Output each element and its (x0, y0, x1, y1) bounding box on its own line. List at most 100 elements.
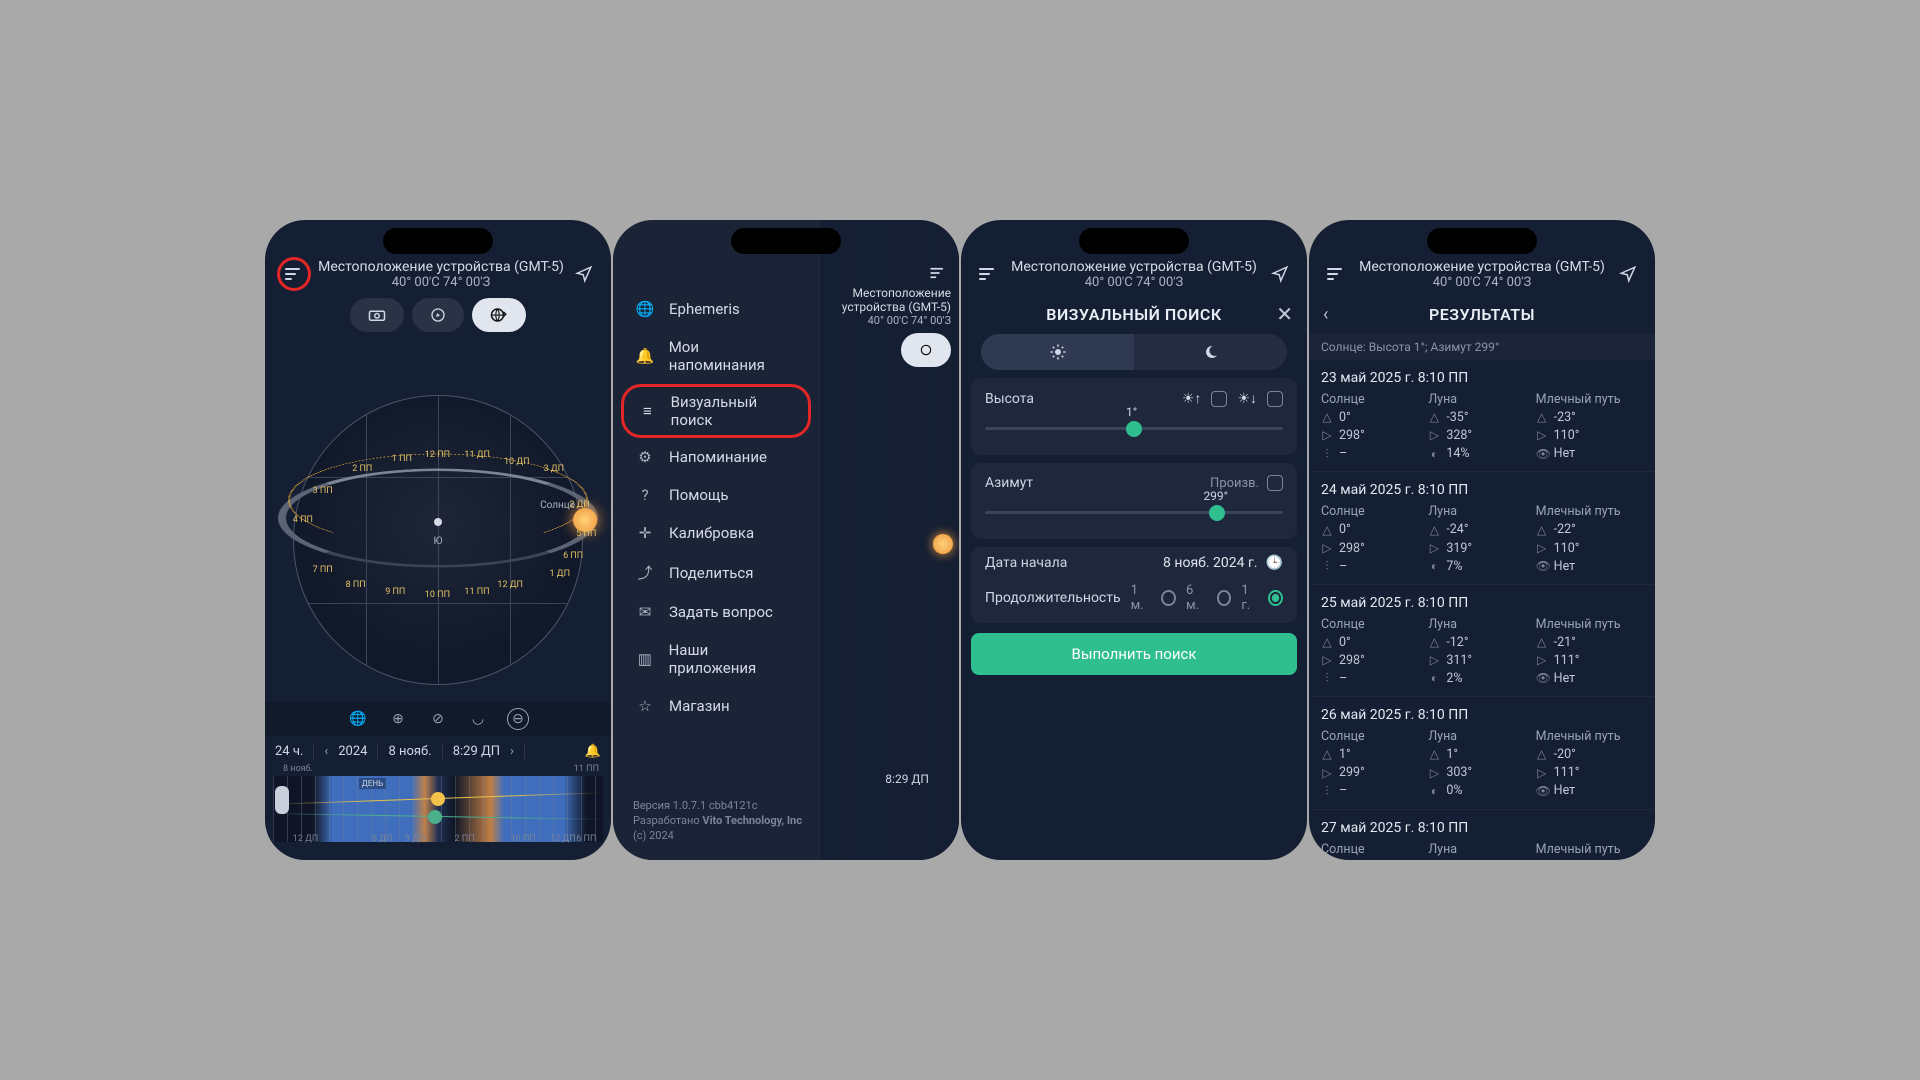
arbitrary-check[interactable] (1267, 475, 1283, 491)
menu-item-sliders[interactable]: ≡ Визуальный поиск (621, 384, 811, 438)
location-title[interactable]: Местоположение устройства (GMT-5) (1349, 259, 1615, 275)
screen-results: Местоположение устройства (GMT-5) 40° 00… (1309, 220, 1655, 860)
compass-mode[interactable] (412, 298, 464, 332)
menu-button[interactable] (281, 261, 307, 287)
result-date: 24 май 2025 г. 8:10 ПП (1321, 482, 1643, 498)
layer-ring-icon[interactable]: ⊖ (507, 708, 529, 730)
location-title: Местоположение устройства (GMT-5) (828, 286, 951, 314)
azimuth-slider[interactable]: 299° (985, 497, 1283, 527)
startdate-value[interactable]: 8 нояб. 2024 г. (1163, 555, 1258, 571)
underlay-preview: Местоположение устройства (GMT-5) 40° 00… (819, 220, 959, 860)
dur-opt-1y[interactable]: 1 г. (1241, 583, 1258, 613)
altitude-thumb[interactable] (1126, 421, 1142, 437)
menu-item-help[interactable]: ? Помощь (613, 476, 819, 514)
menu-item-label: Поделиться (669, 564, 754, 582)
tl-date-top: 8 нояб. (283, 764, 313, 774)
hour-label: 11 ПП (464, 587, 489, 597)
camera-mode[interactable] (350, 298, 404, 332)
hour-label: 5 ПП (576, 529, 596, 539)
notch (731, 228, 841, 254)
menu-item-share[interactable]: ⤴ Поделиться (613, 552, 819, 593)
hour-label: 3 ДП (544, 464, 564, 474)
tl-moon-marker[interactable] (428, 810, 442, 824)
dur-opt-1m[interactable]: 1 м. (1131, 583, 1152, 613)
phone-row: Местоположение устройства (GMT-5) 40° 00… (265, 220, 1655, 860)
hour-label: 10 ПП (425, 590, 450, 600)
menu-button[interactable] (925, 260, 951, 286)
observer-dot (434, 518, 442, 526)
result-item[interactable]: 23 май 2025 г. 8:10 ПП Солнце △0° ▷298° … (1309, 360, 1655, 472)
layer-grid-icon[interactable]: ⊕ (387, 708, 409, 730)
menu-item-globe[interactable]: 🌐 Ephemeris (613, 290, 819, 328)
menu-item-label: Ephemeris (669, 300, 740, 318)
globe-view[interactable]: Ю Солнце 1 ПП 12 ПП 11 ДП 10 ДП 2 ПП 3 П… (273, 342, 603, 702)
altitude-slider[interactable]: 1° (985, 413, 1283, 443)
time-next[interactable]: › (510, 744, 514, 759)
sunrise-check[interactable] (1211, 391, 1227, 407)
seg-sun[interactable] (981, 334, 1134, 370)
hour-label: 3 ПП (313, 486, 333, 496)
location-title[interactable]: Местоположение устройства (GMT-5) (1001, 259, 1267, 275)
menu-button[interactable] (975, 261, 1001, 287)
location-coords: 40° 00'С 74° 00'З (1349, 275, 1615, 290)
sun-marker[interactable] (573, 508, 597, 532)
globe-layer-toolbar: 🌐 ⊕ ⊘ ◡ ⊖ (265, 702, 611, 736)
screen-search: Местоположение устройства (GMT-5) 40° 00… (961, 220, 1307, 860)
close-button[interactable]: ✕ (1276, 302, 1293, 326)
menu-item-bell[interactable]: 🔔 Мои напоминания (613, 328, 819, 384)
date-value[interactable]: 8 нояб. (388, 744, 431, 759)
compass-south: Ю (434, 536, 443, 547)
back-button[interactable]: ‹ (1323, 304, 1328, 325)
menu-item-mail[interactable]: ✉ Задать вопрос (613, 593, 819, 631)
menu-item-gear[interactable]: ⚙ Напоминание (613, 438, 819, 476)
timeline[interactable]: 8 нояб. ДЕНЬ 12 ДП 8 ДП 9 ДП 2 ПП 10 ПП … (273, 766, 603, 842)
hour-label: 11 ДП (464, 450, 490, 460)
seg-moon[interactable] (1134, 334, 1287, 370)
tl-tick: 11 ПП (574, 764, 599, 774)
date-bar: 24 ч. ‹ 2024 8 нояб. 8:29 ДП › 🔔 (265, 736, 611, 766)
menu-button-highlight (277, 257, 311, 291)
reminder-bell-icon[interactable]: 🔔 (585, 744, 601, 759)
app-version: Версия 1.0.7.1 cbb4121c (633, 799, 802, 814)
mode-toolbar (265, 298, 611, 332)
dur-radio-6m[interactable] (1217, 590, 1232, 606)
result-item[interactable]: 24 май 2025 г. 8:10 ПП Солнце △0° ▷298° … (1309, 472, 1655, 584)
location-coords: 40° 00'С 74° 00'З (1001, 275, 1267, 290)
results-list[interactable]: 23 май 2025 г. 8:10 ПП Солнце △0° ▷298° … (1309, 360, 1655, 860)
result-item[interactable]: 27 май 2025 г. 8:10 ПП Солнце △ ▷ ⫶ Луна… (1309, 810, 1655, 861)
location-title[interactable]: Местоположение устройства (GMT-5) (311, 259, 571, 275)
globe-mode[interactable] (472, 298, 526, 332)
result-item[interactable]: 26 май 2025 г. 8:10 ПП Солнце △1° ▷299° … (1309, 697, 1655, 809)
menu-button[interactable] (1323, 261, 1349, 287)
page-title: ВИЗУАЛЬНЫЙ ПОИСК (1046, 305, 1221, 324)
dur-radio-1m[interactable] (1161, 590, 1176, 606)
menu-item-star[interactable]: ☆ Магазин (613, 687, 819, 725)
year-prev[interactable]: ‹ (324, 744, 328, 759)
tl-tick: 2 ПП (455, 834, 475, 844)
locate-button[interactable] (1267, 261, 1293, 287)
locate-button[interactable] (571, 261, 597, 287)
dur-opt-6m[interactable]: 6 м. (1186, 583, 1207, 613)
run-search-button[interactable]: Выполнить поиск (971, 633, 1297, 675)
globe-mode[interactable] (901, 333, 951, 367)
azimuth-thumb[interactable] (1209, 505, 1225, 521)
menu-item-calibrate[interactable]: ✛ Калибровка (613, 514, 819, 552)
menu-item-apps[interactable]: ▥ Наши приложения (613, 631, 819, 687)
year-value[interactable]: 2024 (338, 744, 367, 759)
range-label[interactable]: 24 ч. (275, 744, 303, 759)
time-value[interactable]: 8:29 ДП (453, 744, 500, 759)
tl-drag-handle[interactable] (275, 786, 289, 814)
dur-radio-1y[interactable] (1268, 590, 1283, 606)
locate-button[interactable] (1615, 261, 1641, 287)
sunset-check[interactable] (1267, 391, 1283, 407)
menu-item-label: Мои напоминания (669, 338, 797, 374)
layer-globe-icon[interactable]: 🌐 (347, 708, 369, 730)
layer-slash-icon[interactable]: ⊘ (427, 708, 449, 730)
result-item[interactable]: 25 май 2025 г. 8:10 ПП Солнце △0° ▷298° … (1309, 585, 1655, 697)
tl-tick: 12 ДП (550, 834, 576, 844)
clock-icon[interactable]: 🕒 (1266, 555, 1283, 571)
layer-horizon-icon[interactable]: ◡ (467, 708, 489, 730)
sunrise-icon: ☀︎↑ (1182, 390, 1202, 407)
col-sun: Солнце (1321, 729, 1428, 744)
col-mw: Млечный путь (1536, 504, 1643, 519)
